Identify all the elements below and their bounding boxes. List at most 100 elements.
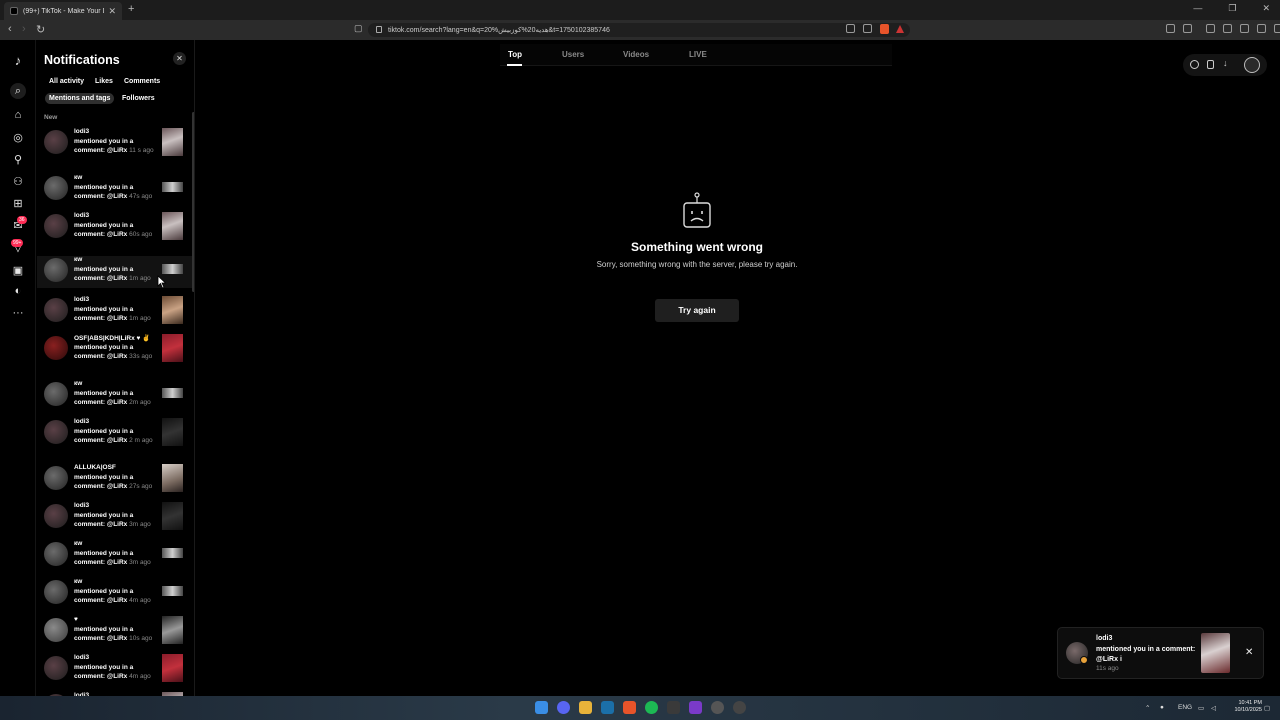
notification-item[interactable]: кw mentioned you in a comment: @LiRx 47s… [37, 174, 192, 210]
tab-live[interactable]: LIVE [689, 50, 707, 59]
language-indicator[interactable]: ENG [1178, 704, 1192, 711]
download-icon[interactable]: ↓ [1223, 58, 1232, 68]
avatar[interactable] [44, 298, 68, 322]
notification-user[interactable]: кw [74, 256, 82, 263]
notification-user[interactable]: кw [74, 380, 82, 387]
notification-item[interactable]: OSF|ABS|KDH|LiRx ♥ ✌ mentioned you in a … [37, 334, 192, 370]
volume-icon[interactable]: ◁ [1211, 704, 1216, 712]
tab-users[interactable]: Users [562, 50, 584, 59]
notification-user[interactable]: OSF|ABS|KDH|LiRx ♥ ✌ [74, 334, 150, 342]
app-icon[interactable] [711, 701, 724, 714]
minimize-button[interactable]: — [1193, 3, 1202, 14]
microphone-icon[interactable]: ● [1160, 704, 1164, 711]
friends-icon[interactable]: ⚇ [11, 174, 25, 188]
notification-user[interactable]: ALLUKA|OSF [74, 464, 116, 471]
notification-item[interactable]: кw mentioned you in a comment: @LiRx 3m … [37, 540, 192, 576]
video-thumbnail[interactable] [162, 128, 183, 156]
filter-all-activity[interactable]: All activity [45, 76, 88, 87]
maximize-button[interactable]: ❐ [1228, 3, 1236, 14]
notification-item[interactable]: lodi3 mentioned you in a comment: @LiRx … [37, 212, 192, 248]
video-thumbnail[interactable] [162, 418, 183, 446]
avatar[interactable] [44, 214, 68, 238]
notification-item[interactable]: lodi3 mentioned you in a comment: @LiRx … [37, 418, 192, 454]
wallet-icon[interactable] [1223, 24, 1232, 33]
notification-user[interactable]: кw [74, 540, 82, 547]
home-icon[interactable]: ⌂ [11, 108, 25, 122]
notification-item[interactable]: кw mentioned you in a comment: @LiRx 2m … [37, 380, 192, 416]
avatar[interactable] [44, 420, 68, 444]
screenshot-icon[interactable] [1183, 24, 1192, 33]
video-thumbnail[interactable] [162, 388, 183, 398]
reload-icon[interactable]: ↻ [36, 23, 45, 36]
site-info-icon[interactable] [376, 26, 382, 33]
avatar[interactable] [44, 336, 68, 360]
app-icon[interactable] [667, 701, 680, 714]
device-icon[interactable] [1207, 60, 1214, 69]
video-thumbnail[interactable] [162, 464, 183, 492]
notification-item[interactable]: lodi3 mentioned you in a comment: @LiRx … [37, 128, 192, 164]
video-thumbnail[interactable] [162, 334, 183, 362]
notification-user[interactable]: lodi3 [74, 128, 89, 135]
notification-user[interactable]: lodi3 [74, 654, 89, 661]
cast-icon[interactable] [863, 24, 872, 33]
avatar[interactable] [1244, 57, 1260, 73]
avatar[interactable] [44, 504, 68, 528]
video-thumbnail[interactable] [162, 264, 183, 274]
close-notifications-button[interactable]: ✕ [173, 52, 186, 65]
notification-center-icon[interactable]: ▢ [1264, 704, 1270, 712]
leo-icon[interactable] [1240, 24, 1249, 33]
avatar[interactable] [44, 176, 68, 200]
video-thumbnail[interactable] [162, 548, 183, 558]
more-icon[interactable]: ··· [11, 306, 25, 320]
video-thumbnail[interactable] [162, 502, 183, 530]
url-field[interactable]: tiktok.com/search?lang=en&q=20%هدیه20%کو… [368, 23, 910, 37]
avatar[interactable] [44, 466, 68, 490]
network-icon[interactable]: ▭ [1198, 704, 1204, 712]
coins-icon[interactable] [1190, 60, 1199, 69]
browser-tab[interactable]: (99+) TikTok - Make Your Day ✕ [4, 2, 122, 20]
menu-icon[interactable] [1274, 24, 1280, 33]
notification-item[interactable]: ♥ mentioned you in a comment: @LiRx 10s … [37, 616, 192, 652]
reader-icon[interactable] [846, 24, 855, 33]
notification-user[interactable]: кw [74, 578, 82, 585]
discord-icon[interactable] [557, 701, 570, 714]
notification-user[interactable]: lodi3 [74, 502, 89, 509]
new-tab-button[interactable]: + [128, 3, 134, 15]
notification-user[interactable]: lodi3 [74, 212, 89, 219]
back-icon[interactable]: ‹ [8, 23, 12, 35]
video-thumbnail[interactable] [1201, 633, 1230, 673]
video-thumbnail[interactable] [162, 654, 183, 682]
steam-icon[interactable] [601, 701, 614, 714]
extensions-icon[interactable] [1166, 24, 1175, 33]
brave-shields-icon[interactable] [880, 24, 889, 34]
notification-user[interactable]: lodi3 [74, 296, 89, 303]
file-explorer-icon[interactable] [579, 701, 592, 714]
filter-likes[interactable]: Likes [91, 76, 117, 87]
app-icon[interactable] [733, 701, 746, 714]
video-thumbnail[interactable] [162, 616, 183, 644]
avatar[interactable] [44, 618, 68, 642]
spotify-icon[interactable] [645, 701, 658, 714]
filter-mentions-and-tags[interactable]: Mentions and tags [45, 93, 115, 104]
notification-toast[interactable]: lodi3 mentioned you in a comment: @LiRx … [1057, 627, 1264, 679]
bookmark-icon[interactable]: ▢ [354, 23, 363, 34]
notification-item[interactable]: lodi3 mentioned you in a comment: @LiRx … [37, 502, 192, 538]
brave-browser-icon[interactable] [623, 701, 636, 714]
sidebar-icon[interactable] [1206, 24, 1215, 33]
filter-comments[interactable]: Comments [120, 76, 164, 87]
search-icon[interactable]: ⌕ [10, 83, 26, 99]
upload-icon[interactable]: ⊞ [11, 196, 25, 210]
notification-item[interactable]: lodi3 mentioned you in a comment: @LiRx … [37, 296, 192, 332]
tab-close-icon[interactable]: ✕ [108, 6, 116, 17]
profile-icon[interactable]: ◐ [11, 284, 25, 298]
notification-user[interactable]: ♥ [74, 616, 78, 623]
explore-icon[interactable]: ◎ [11, 130, 25, 144]
avatar[interactable] [44, 656, 68, 680]
tab-top[interactable]: Top [508, 50, 522, 59]
panel-scrollbar[interactable] [192, 112, 194, 292]
video-thumbnail[interactable] [162, 182, 183, 192]
notification-user[interactable]: lodi3 [74, 418, 89, 425]
tiktok-logo-icon[interactable]: ♪ [11, 53, 25, 68]
avatar[interactable] [44, 258, 68, 282]
live-icon[interactable]: ▣ [11, 263, 25, 277]
